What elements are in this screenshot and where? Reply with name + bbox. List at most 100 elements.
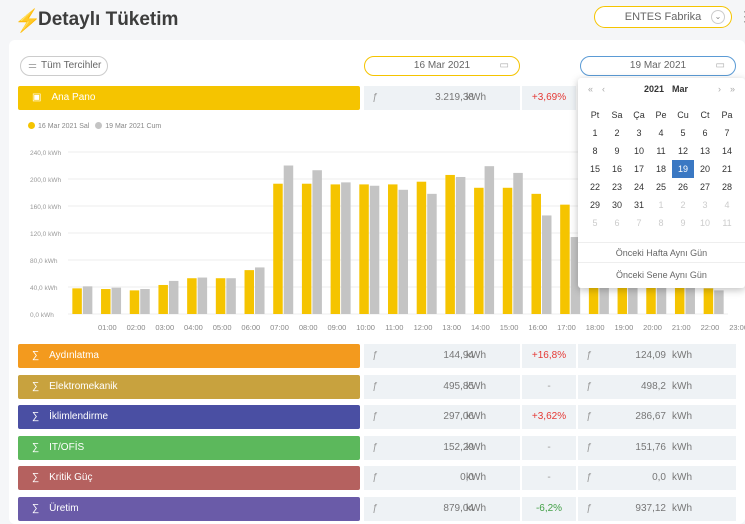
prev-year-button[interactable]: « [588,84,593,94]
change-value: -6,2% [522,496,576,521]
main-unit: kWh [466,92,486,103]
calendar-day[interactable]: 7 [628,214,650,232]
calendar-day[interactable]: 19 [672,160,694,178]
calendar-day[interactable]: 7 [716,124,738,142]
main-panel-row[interactable]: ▣ Ana Pano [18,86,360,110]
prev-month-button[interactable]: ‹ [602,84,605,94]
bar-series1 [187,278,197,314]
sigma-icon: ∑ [32,350,40,361]
calendar-day[interactable]: 14 [716,142,738,160]
calendar-day[interactable]: 2 [672,196,694,214]
calendar-day[interactable]: 9 [672,214,694,232]
category-row[interactable]: ∑ Üretim [18,496,360,521]
y-tick-label: 80,0 kWh [30,258,58,265]
bar-series2 [714,290,724,314]
category-label: İklimlendirme [49,411,109,422]
change-value: - [522,435,576,460]
calendar-day[interactable]: 20 [694,160,716,178]
category-row[interactable]: ∑ Kritik Güç [18,466,360,490]
value-cell-2: ƒ 937,12 kWh [578,496,736,521]
unit: kWh [466,502,486,514]
calendar-day[interactable]: 27 [694,178,716,196]
factory-select[interactable]: ENTES Fabrika ⌄ [594,6,732,28]
calendar-day[interactable]: 6 [694,124,716,142]
calendar-day[interactable]: 3 [628,124,650,142]
y-tick-label: 40,0 kWh [30,285,58,292]
x-tick-label: 16:00 [528,323,547,332]
calendar-day[interactable]: 4 [716,196,738,214]
calendar-day[interactable]: 2 [606,124,628,142]
calendar-day[interactable]: 3 [694,196,716,214]
calendar-day[interactable]: 21 [716,160,738,178]
calendar-day[interactable]: 29 [584,196,606,214]
bar-series2 [341,182,351,314]
category-row[interactable]: ∑ Aydınlatma [18,344,360,368]
x-tick-label: 08:00 [299,323,318,332]
calendar-day[interactable]: 9 [606,142,628,160]
prev-week-same-day-button[interactable]: Önceki Hafta Aynı Gün [578,248,745,258]
legend-item-2[interactable]: 19 Mar 2021 Cum [95,122,161,130]
x-tick-label: 15:00 [500,323,519,332]
f-icon: ƒ [586,502,592,514]
legend-item-1[interactable]: 16 Mar 2021 Sal [28,122,90,130]
more-menu-icon[interactable]: ⋮ [738,8,745,25]
calendar-day[interactable]: 16 [606,160,628,178]
calendar-day[interactable]: 18 [650,160,672,178]
chevron-down-icon: ⌄ [711,10,725,24]
calendar-month[interactable]: Mar [672,84,688,94]
calendar-day[interactable]: 11 [716,214,738,232]
calendar-day[interactable]: 25 [650,178,672,196]
legend-label-1: 16 Mar 2021 Sal [38,123,90,130]
calendar-day[interactable]: 1 [650,196,672,214]
prev-year-same-day-button[interactable]: Önceki Sene Aynı Gün [578,270,745,280]
calendar-day[interactable]: 12 [672,142,694,160]
calendar-day[interactable]: 17 [628,160,650,178]
date2-value: 19 Mar 2021 [629,60,687,71]
f-icon: ƒ [372,411,378,422]
calendar-day[interactable]: 28 [716,178,738,196]
bar-series1 [474,187,484,314]
bar-series2 [111,287,122,314]
calendar-header: « ‹ 2021 Mar › » [578,82,745,98]
change-value: +3,62% [522,405,576,429]
category-row[interactable]: ∑ İklimlendirme [18,405,360,429]
bar-series2 [312,170,322,314]
value-cell-1: ƒ 152,29 kWh [364,435,520,460]
calendar-day[interactable]: 10 [628,142,650,160]
category-label: Aydınlatma [49,350,99,361]
unit: kWh [672,502,692,514]
calendar-day[interactable]: 31 [628,196,650,214]
category-row[interactable]: ∑ Elektromekanik [18,374,360,399]
y-tick-label: 120,0 kWh [30,231,61,238]
calendar-day[interactable]: 11 [650,142,672,160]
calendar-day[interactable]: 10 [694,214,716,232]
calendar-day[interactable]: 13 [694,142,716,160]
calendar-day[interactable]: 8 [584,142,606,160]
category-label: Elektromekanik [49,380,118,392]
calendar-day[interactable]: 22 [584,178,606,196]
calendar-day[interactable]: 26 [672,178,694,196]
calendar-day[interactable]: 24 [628,178,650,196]
unit: kWh [672,350,692,361]
calendar-day[interactable]: 30 [606,196,628,214]
calendar-day[interactable]: 15 [584,160,606,178]
calendar-day[interactable]: 23 [606,178,628,196]
unit: kWh [672,411,692,422]
category-row[interactable]: ∑ IT/OFİS [18,435,360,460]
date-picker-1[interactable]: 16 Mar 2021 ▭ [364,56,520,76]
date-picker-2[interactable]: 19 Mar 2021 ▭ [580,56,736,76]
calendar-day[interactable]: 5 [672,124,694,142]
calendar-day[interactable]: 6 [606,214,628,232]
calendar-year[interactable]: 2021 [644,84,664,94]
calendar-day[interactable]: 1 [584,124,606,142]
preferences-button[interactable]: ⚌ Tüm Tercihler [20,56,108,76]
calendar-day[interactable]: 8 [650,214,672,232]
f-icon: ƒ [586,350,592,361]
change-value: - [522,466,576,490]
calendar-day[interactable]: 5 [584,214,606,232]
calendar-day[interactable]: 4 [650,124,672,142]
bar-series1 [101,289,111,314]
next-month-button[interactable]: › [718,84,721,94]
next-year-button[interactable]: » [730,84,735,94]
sigma-icon: ∑ [32,472,40,483]
